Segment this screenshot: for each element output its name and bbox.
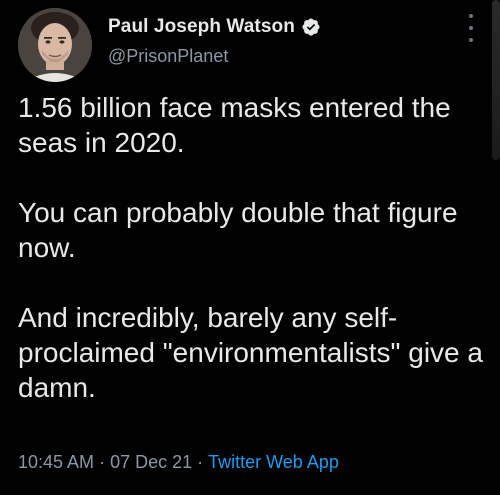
tweet-text: 1.56 billion face masks entered the seas… — [18, 90, 488, 405]
tweet-date[interactable]: 07 Dec 21 — [110, 452, 192, 472]
tweet-paragraph: You can probably double that figure now. — [18, 197, 466, 263]
verified-badge-icon — [302, 18, 320, 36]
more-vertical-icon[interactable] — [466, 14, 476, 42]
author-display-name[interactable]: Paul Joseph Watson — [108, 16, 295, 38]
separator: · — [197, 452, 204, 472]
author-name-row: Paul Joseph Watson — [108, 14, 321, 40]
profile-photo-icon — [18, 8, 92, 82]
scrollbar[interactable] — [492, 0, 500, 160]
source-app-link[interactable]: Twitter Web App — [208, 452, 339, 472]
tweet-metadata: 10:45 AM · 07 Dec 21 · Twitter Web App — [18, 452, 339, 473]
author-handle[interactable]: @PrisonPlanet — [108, 46, 228, 67]
tweet-card: Paul Joseph Watson @PrisonPlanet 1.56 bi… — [0, 0, 500, 495]
avatar[interactable] — [18, 8, 92, 82]
more-dot — [469, 26, 473, 30]
separator: · — [99, 452, 106, 472]
more-dot — [469, 14, 473, 18]
tweet-time[interactable]: 10:45 AM — [18, 452, 94, 472]
tweet-paragraph: And incredibly, barely any self-proclaim… — [18, 302, 491, 403]
tweet-paragraph: 1.56 billion face masks entered the seas… — [18, 92, 459, 158]
more-dot — [469, 38, 473, 42]
